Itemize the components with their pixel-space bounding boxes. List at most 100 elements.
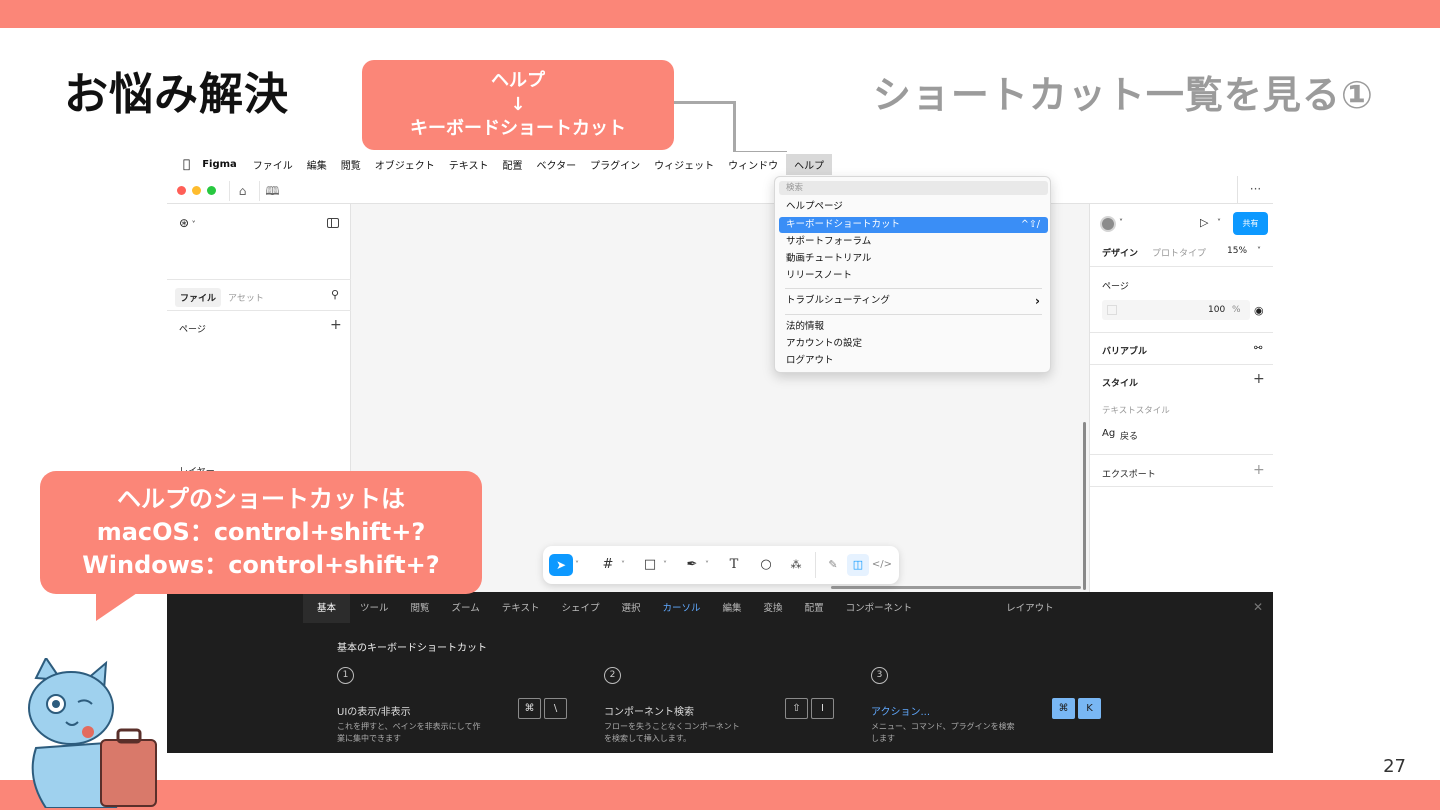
avatar[interactable]: [1100, 216, 1116, 232]
step-number: 3: [871, 667, 888, 684]
chevron-down-icon[interactable]: ˅: [1119, 218, 1123, 227]
more-options-icon[interactable]: ···: [1237, 176, 1273, 204]
menu-app-figma[interactable]: Figma: [202, 159, 237, 170]
menu-object[interactable]: オブジェクト: [375, 157, 435, 172]
actions-tool-icon[interactable]: ⁂: [785, 554, 807, 576]
menu-file[interactable]: ファイル: [253, 157, 293, 172]
tab-edit[interactable]: 編集: [723, 600, 742, 614]
menu-text[interactable]: テキスト: [449, 157, 489, 172]
tab-prototype[interactable]: プロトタイプ: [1152, 246, 1206, 259]
menu-widgets[interactable]: ウィジェット: [654, 157, 714, 172]
draw-mode-icon[interactable]: ✎: [823, 554, 843, 576]
comment-tool-icon[interactable]: ○: [755, 554, 777, 576]
tab-zoom[interactable]: ズーム: [452, 600, 480, 614]
step-number: 1: [337, 667, 354, 684]
frame-tool-icon[interactable]: #: [597, 554, 619, 576]
shortcut-tabs: 基本 ツール 閲覧 ズーム テキスト シェイプ 選択 カーソル 編集 変換 配置…: [303, 591, 1273, 623]
share-button[interactable]: 共有: [1233, 212, 1268, 235]
horizontal-scrollbar[interactable]: [831, 586, 1081, 589]
menu-help[interactable]: ヘルプ: [786, 153, 833, 175]
menu-item-troubleshooting[interactable]: トラブルシューティング ›: [779, 293, 1048, 309]
chevron-right-icon: ›: [1035, 294, 1040, 308]
tab-selection[interactable]: 選択: [622, 600, 641, 614]
shortcut-desc: 業に集中できます: [337, 734, 401, 743]
shortcut-hint: ^⇧/: [1020, 219, 1040, 230]
chevron-down-icon[interactable]: ˅: [1257, 246, 1261, 255]
menu-vector[interactable]: ベクター: [537, 157, 577, 172]
tab-layout[interactable]: レイアウト: [1006, 600, 1054, 614]
tab-design[interactable]: デザイン: [1102, 246, 1138, 259]
add-page-icon[interactable]: +: [330, 317, 342, 333]
menu-item-video-tutorials[interactable]: 動画チュートリアル: [779, 251, 1048, 267]
pen-tool-icon[interactable]: ✒: [681, 554, 703, 576]
variables-settings-icon[interactable]: ⚯: [1254, 343, 1262, 354]
search-icon[interactable]: ⚲: [331, 288, 339, 301]
home-icon[interactable]: ⌂: [229, 181, 255, 201]
menu-item-account-settings[interactable]: アカウントの設定: [779, 336, 1048, 352]
menu-item-help-page[interactable]: ヘルプページ: [779, 199, 1048, 215]
chevron-down-icon[interactable]: ˅: [575, 554, 579, 576]
chevron-down-icon[interactable]: ˅: [705, 554, 709, 576]
mac-menubar:  Figma ファイル 編集 閲覧 オブジェクト テキスト 配置 ベクター プ…: [167, 152, 1273, 176]
rectangle-tool-icon[interactable]: □: [639, 554, 661, 576]
tab-assets[interactable]: アセット: [228, 291, 264, 304]
menu-item-legal[interactable]: 法的情報: [779, 319, 1048, 335]
fill-opacity-value[interactable]: 100: [1208, 305, 1225, 315]
tab-text[interactable]: テキスト: [502, 600, 540, 614]
key-k: K: [1078, 698, 1101, 719]
add-style-icon[interactable]: +: [1253, 371, 1265, 387]
menu-item-support-forum[interactable]: サポートフォーラム: [779, 234, 1048, 250]
shortcut-desc: を検索して挿入します。: [604, 734, 691, 743]
menu-item-release-notes[interactable]: リリースノート: [779, 268, 1048, 284]
fill-swatch[interactable]: [1107, 305, 1117, 315]
book-icon[interactable]: 🕮: [259, 181, 285, 201]
text-style-item[interactable]: 戻る: [1120, 429, 1138, 442]
close-window-dot[interactable]: [177, 186, 186, 195]
menu-item-logout[interactable]: ログアウト: [779, 353, 1048, 369]
dev-mode-icon[interactable]: </>: [871, 554, 893, 576]
shortcut-desc: フローを失うことなくコンポーネント: [604, 722, 740, 731]
menu-view[interactable]: 閲覧: [341, 157, 361, 172]
tab-basic[interactable]: 基本: [303, 591, 351, 623]
eye-icon[interactable]: ◉: [1254, 304, 1264, 317]
tab-shape[interactable]: シェイプ: [561, 600, 599, 614]
zoom-level[interactable]: 15%: [1227, 246, 1247, 256]
tab-arrange[interactable]: 配置: [805, 600, 824, 614]
sidebar-toggle-icon[interactable]: [327, 218, 339, 228]
menu-window[interactable]: ウィンドウ: [728, 157, 778, 172]
figma-menu-icon[interactable]: ⊛ ˅: [179, 216, 196, 230]
add-export-icon[interactable]: +: [1253, 462, 1265, 478]
text-tool-icon[interactable]: T: [723, 554, 745, 576]
chevron-down-icon[interactable]: ˅: [663, 554, 667, 576]
tab-transform[interactable]: 変換: [764, 600, 783, 614]
tab-file[interactable]: ファイル: [175, 288, 222, 307]
menu-arrange[interactable]: 配置: [503, 157, 523, 172]
callout-line: Windows：control+shift+?: [82, 551, 440, 579]
menu-item-keyboard-shortcuts[interactable]: キーボードショートカット ^⇧/: [779, 217, 1048, 233]
close-icon[interactable]: ✕: [1253, 600, 1263, 614]
callout-line: macOS：control+shift+?: [96, 518, 426, 546]
minimize-window-dot[interactable]: [192, 186, 201, 195]
shortcut-desc: メニュー、コマンド、プラグインを検索: [871, 722, 1015, 731]
page-fill-field[interactable]: 100 %: [1102, 300, 1250, 320]
slide-subtitle: ショートカット一覧を見る①: [872, 73, 1374, 117]
menu-search-input[interactable]: 検索: [779, 181, 1048, 195]
present-icon[interactable]: ▷: [1200, 216, 1208, 229]
design-mode-icon[interactable]: ◫: [847, 554, 869, 576]
apple-icon[interactable]: : [183, 157, 190, 171]
vertical-scrollbar[interactable]: [1083, 422, 1086, 590]
chevron-down-icon[interactable]: ˅: [621, 554, 625, 576]
connector-line: [674, 101, 736, 104]
chevron-down-icon[interactable]: ˅: [1217, 218, 1221, 227]
tab-view[interactable]: 閲覧: [411, 600, 430, 614]
tab-cursor[interactable]: カーソル: [663, 600, 701, 614]
tab-tools[interactable]: ツール: [360, 600, 389, 614]
window-tabbar: ⌂ 🕮 ···: [167, 176, 1273, 204]
menu-plugins[interactable]: プラグイン: [590, 157, 640, 172]
tab-components[interactable]: コンポーネント: [846, 600, 913, 614]
bottom-band: [0, 780, 1440, 810]
menu-edit[interactable]: 編集: [307, 157, 327, 172]
move-tool-icon[interactable]: ➤: [549, 554, 573, 576]
zoom-window-dot[interactable]: [207, 186, 216, 195]
key-backslash: \: [544, 698, 567, 719]
